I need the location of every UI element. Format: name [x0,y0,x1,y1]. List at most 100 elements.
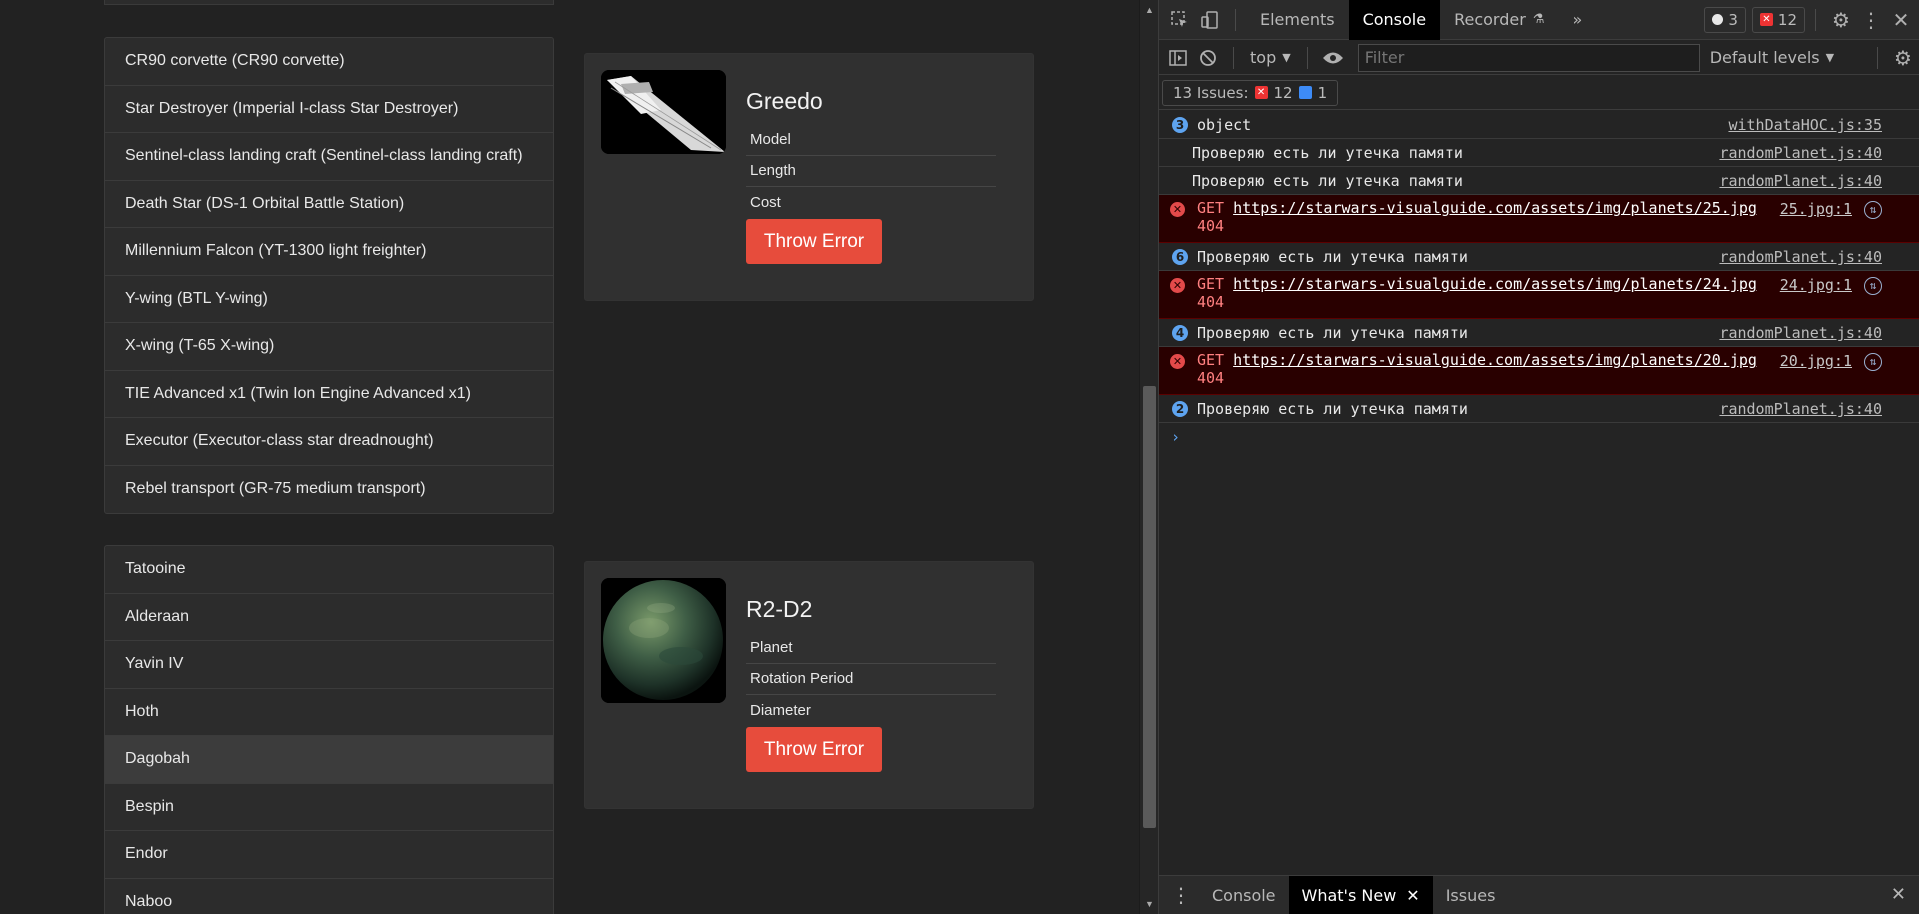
request-url-link[interactable]: https://starwars-visualguide.com/assets/… [1233,351,1757,369]
source-link[interactable]: randomPlanet.js:40 [1719,248,1882,266]
issues-link[interactable]: 13 Issues: ✕ 12 1 [1162,79,1339,106]
clear-console-icon[interactable] [1193,38,1223,78]
toolbar-divider [1235,8,1236,31]
network-request-icon[interactable]: ⇅ [1864,201,1882,219]
starship-list-item[interactable]: X-wing (T-65 X-wing) [105,323,553,371]
starship-name: Greedo [746,88,823,114]
drawer-tab-issues[interactable]: Issues [1433,876,1509,914]
source-link[interactable]: randomPlanet.js:40 [1719,172,1882,190]
toolbar-divider [1306,46,1308,69]
repeat-count-badge: 4 [1172,325,1188,341]
starship-list-item[interactable]: Death Star (DS-1 Orbital Battle Station) [105,181,553,228]
starship-list-item[interactable]: Sentinel-class landing craft (Sentinel-c… [105,133,553,181]
source-link[interactable]: randomPlanet.js:40 [1719,400,1882,418]
planet-list-item[interactable]: Hoth [105,689,553,736]
starships-list: CR90 corvette (CR90 corvette) Star Destro… [104,37,554,514]
close-drawer-icon[interactable]: ✕ [1891,884,1906,905]
source-link[interactable]: withDataHOC.js:35 [1728,116,1882,134]
planet-list-item[interactable]: Alderaan [105,594,553,641]
console-error-message: ✕ GET https://starwars-visualguide.com/as… [1159,347,1919,395]
info-count-badge[interactable]: 3 [1704,6,1746,33]
network-request-icon[interactable]: ⇅ [1864,353,1882,371]
previous-panel-edge [104,0,554,5]
dropdown-arrow-icon: ▼ [1825,51,1835,64]
settings-gear-icon[interactable]: ⚙ [1826,0,1856,40]
source-link[interactable]: randomPlanet.js:40 [1719,324,1882,342]
scrollbar-thumb[interactable] [1143,386,1156,828]
issues-info-flag-icon [1298,86,1312,99]
console-settings-gear-icon[interactable]: ⚙ [1888,38,1918,78]
log-levels-dropdown[interactable]: Default levels ▼ [1704,48,1840,67]
source-link[interactable]: 25.jpg:1 [1780,200,1852,218]
network-request-icon[interactable]: ⇅ [1864,277,1882,295]
starship-list-item[interactable]: Y-wing (BTL Y-wing) [105,276,553,323]
console-log-message: 3 object withDataHOC.js:35 [1159,111,1919,139]
starship-list-item[interactable]: Star Destroyer (Imperial I-class Star De… [105,86,553,133]
detail-length: Length [746,156,996,187]
sidebar-toggle-icon[interactable] [1163,38,1193,78]
error-count-badge[interactable]: ✕ 12 [1751,6,1805,33]
tab-recorder[interactable]: Recorder ⚗ [1440,0,1558,40]
planets-list: Tatooine Alderaan Yavin IV Hoth Dagobah Bespi… [104,545,554,914]
more-tabs-chevron-icon[interactable]: » [1558,0,1596,40]
app-scrollbar[interactable]: ▲ ▼ [1139,0,1158,914]
planet-list-item[interactable]: Naboo [105,879,553,914]
starship-list-item[interactable]: CR90 corvette (CR90 corvette) [105,38,553,86]
console-messages: 3 object withDataHOC.js:35 Проверяю есть ли… [1159,111,1919,451]
planet-list-item[interactable]: Tatooine [105,546,553,594]
console-filter-input[interactable] [1357,43,1700,72]
device-toolbar-icon[interactable] [1195,0,1225,40]
error-x-icon: ✕ [1170,278,1185,293]
detail-cost: Cost [750,194,781,212]
devtools-drawer-tabs: ⋮ Console What's New ✕ Issues ✕ [1159,875,1919,914]
live-expression-eye-icon[interactable] [1318,38,1348,78]
detail-rotation-period: Rotation Period [746,664,996,695]
starship-detail-list: Model Length Cost [746,124,996,219]
toolbar-divider [1815,8,1816,31]
source-link[interactable]: 20.jpg:1 [1780,352,1852,370]
issues-error-count: 12 [1273,83,1293,102]
issues-label: 13 Issues: [1173,83,1249,102]
close-tab-icon[interactable]: ✕ [1406,886,1419,905]
console-log-message: 4 Проверяю есть ли утечка памяти randomPla… [1159,319,1919,347]
planet-list-item[interactable]: Bespin [105,784,553,831]
request-url-link[interactable]: https://starwars-visualguide.com/assets/… [1233,199,1757,217]
context-selector[interactable]: top ▼ [1244,48,1297,67]
drawer-tab-whats-new[interactable]: What's New ✕ [1288,875,1433,914]
repeat-count-badge: 2 [1172,401,1188,417]
planet-list-item[interactable]: Endor [105,831,553,879]
starship-details-card: Greedo Model Length Cost Throw Error [584,53,1034,301]
tab-elements[interactable]: Elements [1246,0,1349,40]
close-devtools-icon[interactable]: ✕ [1886,0,1916,40]
scroll-up-arrow-icon[interactable]: ▲ [1140,2,1159,18]
source-link[interactable]: 24.jpg:1 [1780,276,1852,294]
http-status: 404 [1197,217,1225,235]
detail-diameter: Diameter [750,702,811,720]
planet-list-item[interactable]: Dagobah [105,736,553,784]
drawer-menu-kebab-icon[interactable]: ⋮ [1159,876,1199,914]
http-status: 404 [1197,369,1225,387]
console-prompt-chevron-icon[interactable]: › [1159,423,1919,451]
starship-list-item[interactable]: TIE Advanced x1 (Twin Ion Engine Advance… [105,371,553,418]
drawer-tab-whats-new-label: What's New [1301,885,1397,905]
tab-console[interactable]: Console [1348,0,1441,40]
devtools-toolbar: Elements Console Recorder ⚗ » 3 ✕ 12 ⚙ ⋮… [1159,0,1919,40]
planet-card-name: R2-D2 [746,596,813,622]
inspect-element-icon[interactable] [1165,0,1195,40]
starship-list-item[interactable]: Rebel transport (GR-75 medium transport) [105,466,553,514]
starship-list-item[interactable]: Millennium Falcon (YT-1300 light freight… [105,228,553,276]
error-count: 12 [1777,10,1797,29]
starship-list-item[interactable]: Executor (Executor-class star dreadnough… [105,418,553,466]
console-log-message: 2 Проверяю есть ли утечка памяти randomPla… [1159,395,1919,423]
throw-error-button[interactable]: Throw Error [746,727,882,772]
source-link[interactable]: randomPlanet.js:40 [1719,144,1882,162]
planet-list-item[interactable]: Yavin IV [105,641,553,689]
scroll-down-arrow-icon[interactable]: ▼ [1140,896,1159,912]
error-flag-icon: ✕ [1759,13,1773,26]
drawer-tab-console[interactable]: Console [1199,876,1289,914]
throw-error-button[interactable]: Throw Error [746,219,882,264]
request-url-link[interactable]: https://starwars-visualguide.com/assets/… [1233,275,1757,293]
more-options-kebab-icon[interactable]: ⋮ [1856,0,1886,40]
starship-image [601,70,726,154]
